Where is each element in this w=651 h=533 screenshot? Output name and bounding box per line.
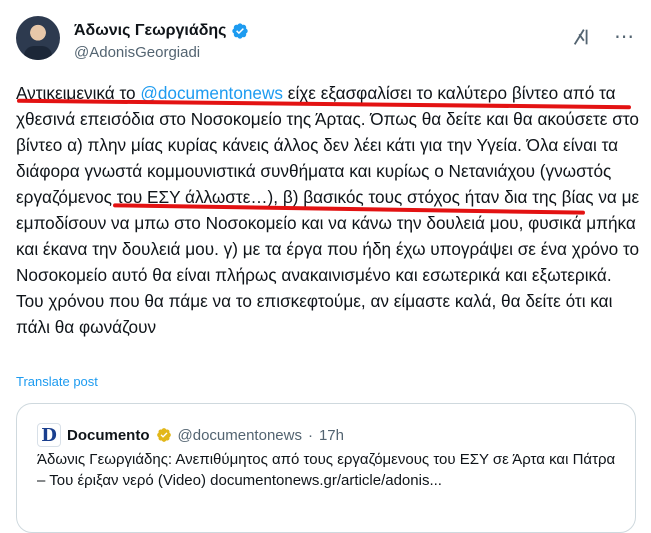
author-handle[interactable]: @AdonisGeorgiadi	[74, 44, 200, 61]
post-header: Άδωνις Γεωργιάδης @AdonisGeorgiadi ⋯	[16, 10, 639, 66]
quoted-author-handle[interactable]: @documentonews	[178, 427, 302, 444]
translate-post-link[interactable]: Translate post	[16, 374, 98, 389]
more-options-icon[interactable]: ⋯	[614, 24, 635, 49]
verified-org-badge-icon	[156, 428, 171, 442]
quoted-post-text: Άδωνις Γεωργιάδης: Ανεπιθύμητος από τους…	[37, 451, 616, 489]
quoted-post-header: D Documento @documentonews · 17h	[37, 423, 344, 447]
author-display-name[interactable]: Άδωνις Γεωργιάδης	[74, 22, 226, 40]
documento-logo: D	[37, 423, 61, 447]
avatar[interactable]	[16, 16, 60, 60]
quoted-post-card[interactable]: D Documento @documentonews · 17h Άδωνις …	[16, 403, 636, 533]
grok-icon[interactable]	[571, 26, 593, 48]
meta-separator: ·	[307, 426, 313, 444]
quoted-author-name[interactable]: Documento	[67, 427, 150, 444]
verified-badge-icon	[232, 23, 249, 39]
author-name-line: Άδωνις Γεωργιάδης	[74, 22, 249, 40]
quoted-post-time[interactable]: 17h	[319, 427, 344, 444]
